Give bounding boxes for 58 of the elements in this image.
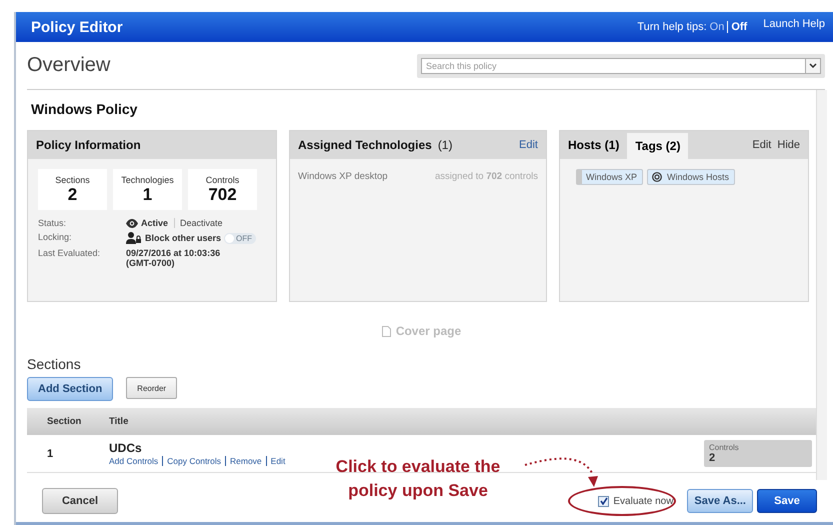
reorder-button[interactable]: Reorder — [126, 377, 178, 399]
stat-label: Sections — [55, 174, 90, 184]
technology-name: Windows XP desktop — [298, 171, 388, 182]
panel-action-link[interactable]: Edit — [752, 139, 772, 151]
row-action-link[interactable]: Copy Controls — [162, 456, 221, 466]
evaluate-now-checkbox[interactable]: Evaluate now — [598, 496, 674, 506]
controls-value: 2 — [709, 452, 716, 464]
row-action-link[interactable]: Edit — [266, 456, 286, 466]
row-action-link[interactable]: Add Controls — [109, 456, 158, 466]
locking-value: Block other users — [145, 233, 222, 243]
column-header: Title — [109, 416, 130, 427]
edit-link[interactable]: Edit — [519, 139, 538, 151]
last-evaluated-value: 09/27/2016 at 10:03:36 (GMT-0700) — [126, 248, 222, 268]
row-action-link[interactable]: Remove — [225, 456, 262, 466]
panel-action-link[interactable]: Hide — [777, 139, 800, 151]
technology-count: (1) — [438, 138, 454, 152]
save-as-button[interactable]: Save As... — [687, 489, 753, 513]
page-title: Overview — [27, 54, 110, 77]
help-tips-label: Turn help tips: — [637, 21, 707, 33]
last-evaluated-label: Last Evaluated: — [38, 248, 102, 258]
policy-title: Windows Policy — [30, 100, 138, 119]
launch-help-link[interactable]: Launch Help — [763, 18, 825, 30]
help-tips-option[interactable]: Off — [727, 21, 748, 33]
panel-tab[interactable]: Tags (2) — [627, 133, 688, 159]
panel-tab[interactable]: Hosts (1) — [560, 131, 628, 159]
status-label: Status: — [38, 218, 68, 228]
stat-label: Controls — [206, 174, 240, 184]
target-icon — [652, 172, 662, 182]
assignment-text: assigned to 702 controls — [435, 171, 538, 182]
check-icon — [600, 497, 608, 505]
panel-title: Policy Information — [36, 138, 141, 152]
section-number: 1 — [46, 448, 54, 460]
status-value: Active — [141, 218, 168, 228]
stat-value: 2 — [68, 184, 78, 204]
stat-value: 702 — [208, 184, 237, 204]
add-section-button[interactable]: Add Section — [27, 377, 114, 401]
stat-value: 1 — [142, 184, 152, 204]
locking-label: Locking: — [38, 232, 73, 242]
dropdown-icon[interactable] — [809, 63, 817, 68]
tag-chip: Windows Hosts — [647, 169, 736, 185]
help-tips-option[interactable]: On — [710, 21, 724, 33]
tag-chip: Windows XP — [576, 169, 644, 185]
search-field[interactable]: Search this policy — [421, 58, 805, 74]
save-button[interactable]: Save — [757, 489, 817, 513]
cancel-button[interactable]: Cancel — [42, 488, 118, 514]
panel-title: Assigned Technologies — [298, 138, 432, 152]
page-icon — [382, 326, 391, 336]
app-title: Policy Editor — [31, 18, 124, 36]
sections-heading: Sections — [27, 356, 82, 374]
column-header: Section — [46, 416, 82, 427]
scrollbar[interactable] — [816, 90, 827, 480]
eye-icon — [126, 218, 138, 228]
stat-label: Technologies — [121, 174, 174, 184]
controls-label: Controls — [709, 443, 740, 452]
user-lock-icon — [126, 232, 142, 244]
annotation-text: Click to evaluate the policy upon Save — [334, 456, 502, 502]
deactivate-link[interactable]: Deactivate — [174, 218, 223, 228]
section-title: UDCs — [109, 441, 143, 455]
